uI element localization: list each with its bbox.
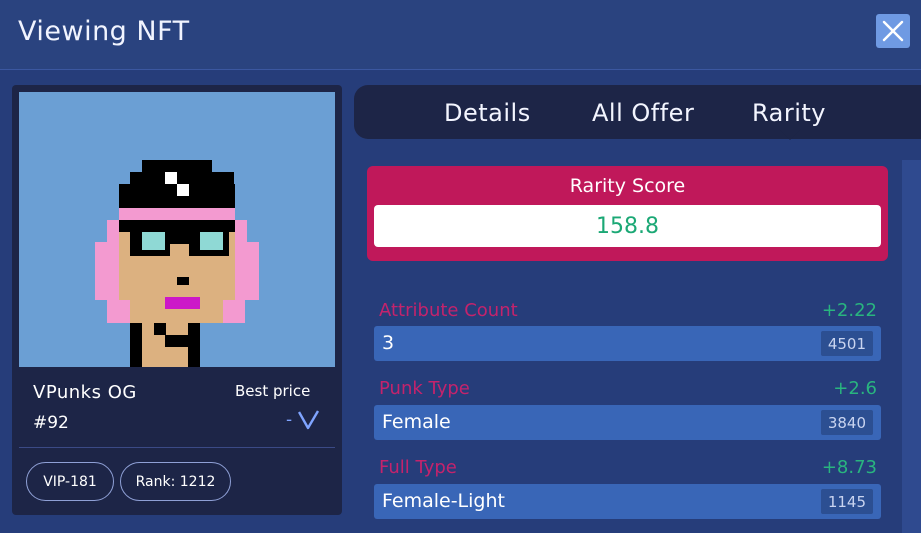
nft-number: #92 bbox=[33, 413, 69, 433]
attribute-row: 3 4501 bbox=[374, 326, 881, 361]
rank-badge[interactable]: Rank: 1212 bbox=[120, 462, 231, 501]
vechain-v-icon bbox=[298, 410, 320, 430]
modal-header: Viewing NFT bbox=[0, 0, 921, 70]
attribute-label: Punk Type bbox=[379, 378, 470, 399]
attribute-value: Female-Light bbox=[382, 490, 505, 512]
rarity-score-value: 158.8 bbox=[374, 205, 881, 247]
attribute-row: Female-Light 1145 bbox=[374, 484, 881, 519]
attribute-label: Full Type bbox=[379, 457, 457, 478]
attribute-label: Attribute Count bbox=[379, 300, 518, 321]
nft-card: VPunks OG #92 Best price - VIP-181 Rank:… bbox=[12, 85, 342, 515]
attribute-delta: +2.22 bbox=[821, 300, 877, 321]
tab-rarity[interactable]: Rarity bbox=[752, 99, 826, 127]
close-icon bbox=[882, 20, 904, 42]
price-value: - bbox=[286, 410, 293, 430]
standard-badge[interactable]: VIP-181 bbox=[26, 462, 114, 501]
attribute-row: Female 3840 bbox=[374, 405, 881, 440]
tab-details[interactable]: Details bbox=[444, 99, 531, 127]
tab-bar: Details All Offer Rarity bbox=[354, 85, 921, 139]
active-tab-pointer bbox=[779, 129, 801, 140]
tab-all-offer[interactable]: All Offer bbox=[592, 99, 694, 127]
rarity-score-title: Rarity Score bbox=[569, 175, 686, 197]
attribute-count: 1145 bbox=[820, 489, 873, 514]
attribute-value: Female bbox=[382, 411, 451, 433]
punk-avatar bbox=[95, 160, 259, 367]
attribute-count: 3840 bbox=[820, 410, 873, 435]
scrollbar[interactable] bbox=[902, 160, 921, 533]
price-row: - bbox=[286, 410, 320, 430]
attribute-value: 3 bbox=[382, 332, 395, 354]
card-divider bbox=[19, 447, 335, 448]
best-price-label: Best price bbox=[235, 382, 311, 400]
nft-name: VPunks OG bbox=[33, 382, 137, 403]
rarity-score-panel: Rarity Score 158.8 bbox=[367, 166, 888, 261]
nft-image[interactable] bbox=[19, 92, 335, 367]
modal-title: Viewing NFT bbox=[18, 16, 190, 47]
attribute-delta: +2.6 bbox=[833, 378, 877, 399]
close-button[interactable] bbox=[876, 14, 910, 48]
attribute-delta: +8.73 bbox=[821, 457, 877, 478]
attribute-count: 4501 bbox=[820, 331, 873, 356]
